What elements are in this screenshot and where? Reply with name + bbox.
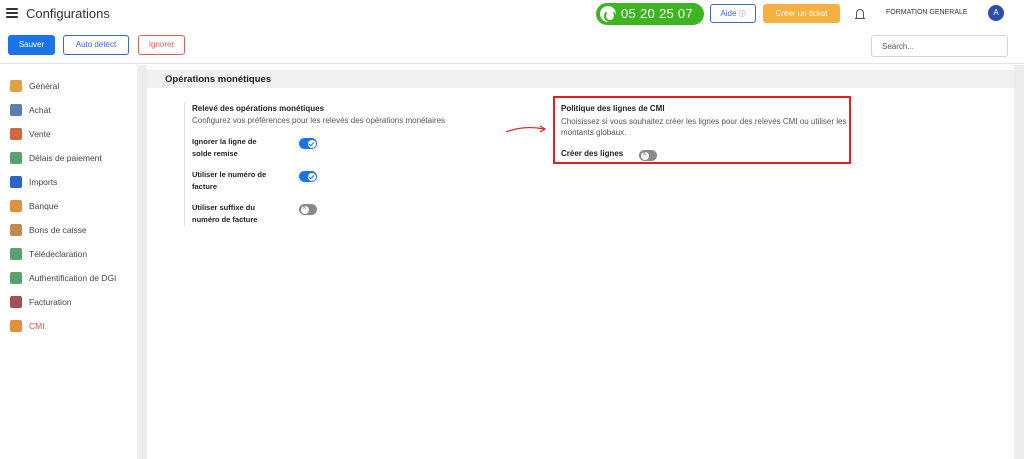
search-input[interactable] [871, 35, 1008, 57]
option-label-invoice-number: Utiliser le numéro de facture [192, 170, 267, 191]
save-button[interactable]: Sauver [8, 35, 55, 55]
sidebar-item-label: Vente [29, 129, 51, 139]
help-label: Aide [720, 9, 737, 18]
toolbar: Sauver Auto detect Ignorer [0, 28, 1024, 64]
group-title: Relevé des opérations monétiques [192, 104, 325, 113]
cmi-policy-title: Politique des lignes de CMI [561, 104, 665, 113]
top-bar: Configurations 05 20 25 07 07 Aide ⓘ Cré… [0, 0, 1024, 43]
gear-icon [10, 80, 22, 92]
toggle-knob [307, 172, 316, 181]
cmi-policy-highlight: Politique des lignes de CMI Choisissez s… [553, 96, 851, 164]
headset-icon [600, 6, 616, 22]
help-button[interactable]: Aide ⓘ [710, 4, 756, 23]
sidebar-item-label: Authentification de DGI [29, 273, 117, 283]
phone-support-button[interactable]: 05 20 25 07 07 [596, 3, 704, 43]
document-icon [10, 272, 22, 284]
sidebar-item-label: Bons de caisse [29, 225, 87, 235]
sidebar-item-label: Achat [29, 105, 51, 115]
toggle-create-lines[interactable] [639, 149, 657, 161]
sidebar-item-label: CMI [29, 321, 45, 331]
sidebar-item-teledeclaration[interactable]: Télédeclaration [0, 245, 137, 263]
toggle-knob [307, 139, 316, 148]
ignore-button[interactable]: Ignorer [138, 35, 185, 55]
card-icon [10, 320, 22, 332]
main-content: Opérations monétiques Relevé des opérati… [147, 65, 1014, 459]
right-margin [1014, 65, 1024, 459]
sidebar-item-authentification-dgi[interactable]: Authentification de DGI [0, 269, 137, 287]
bank-icon [10, 200, 22, 212]
avatar[interactable]: A [988, 5, 1004, 21]
option-label-ignore-balance: Ignorer la ligne de solde remise [192, 137, 257, 158]
cmi-policy-description: Choisissez si vous souhaitez créer les l… [561, 117, 847, 137]
sidebar-divider [137, 65, 147, 459]
section-title: Opérations monétiques [165, 74, 272, 85]
chart-icon [10, 128, 22, 140]
toggle-invoice-number[interactable] [299, 171, 317, 182]
cmi-option-label: Créer des lignes [561, 149, 624, 158]
help-icon: ⓘ [738, 11, 746, 18]
toggle-knob [640, 149, 649, 160]
arrow-icon [505, 125, 547, 133]
create-ticket-button[interactable]: Créer un ticket [763, 4, 840, 23]
group-description: Configurez vos préférences pour les rele… [192, 116, 446, 125]
section-header: Opérations monétiques [147, 70, 1014, 88]
sidebar-item-general[interactable]: Général [0, 77, 137, 95]
sidebar-item-banque[interactable]: Banque [0, 197, 137, 215]
document-icon [10, 248, 22, 260]
toggle-invoice-suffix[interactable] [299, 203, 317, 215]
cart-icon [10, 104, 22, 116]
sidebar-item-label: Imports [29, 177, 58, 187]
sidebar: Général Achat Vente Délais de paiement I… [0, 65, 137, 459]
sidebar-item-bons-caisse[interactable]: Bons de caisse [0, 221, 137, 239]
sidebar-item-imports[interactable]: Imports [0, 173, 137, 191]
auto-detect-button[interactable]: Auto detect [63, 35, 129, 55]
sidebar-item-label: Délais de paiement [29, 153, 102, 163]
folder-icon [10, 176, 22, 188]
organization-name[interactable]: FORMATION GENERALE [886, 9, 968, 16]
toggle-ignore-balance[interactable] [299, 138, 317, 149]
tag-icon [10, 296, 22, 308]
page-title: Configurations [26, 6, 110, 21]
sidebar-item-label: Facturation [29, 297, 72, 307]
bell-icon[interactable] [855, 9, 865, 19]
calendar-icon [10, 152, 22, 164]
sidebar-item-delais-paiement[interactable]: Délais de paiement [0, 149, 137, 167]
sidebar-item-vente[interactable]: Vente [0, 125, 137, 143]
option-label-invoice-suffix: Utiliser suffixe du numéro de facture [192, 203, 258, 224]
sidebar-item-label: Général [29, 81, 60, 91]
sidebar-item-achat[interactable]: Achat [0, 101, 137, 119]
sidebar-item-cmi[interactable]: CMI [0, 317, 137, 335]
sidebar-item-facturation[interactable]: Facturation [0, 293, 137, 311]
sidebar-item-label: Banque [29, 201, 59, 211]
receipt-icon [10, 224, 22, 236]
menu-icon[interactable] [6, 8, 18, 18]
divider [184, 102, 185, 227]
toggle-knob [300, 203, 309, 214]
sidebar-item-label: Télédeclaration [29, 249, 88, 259]
